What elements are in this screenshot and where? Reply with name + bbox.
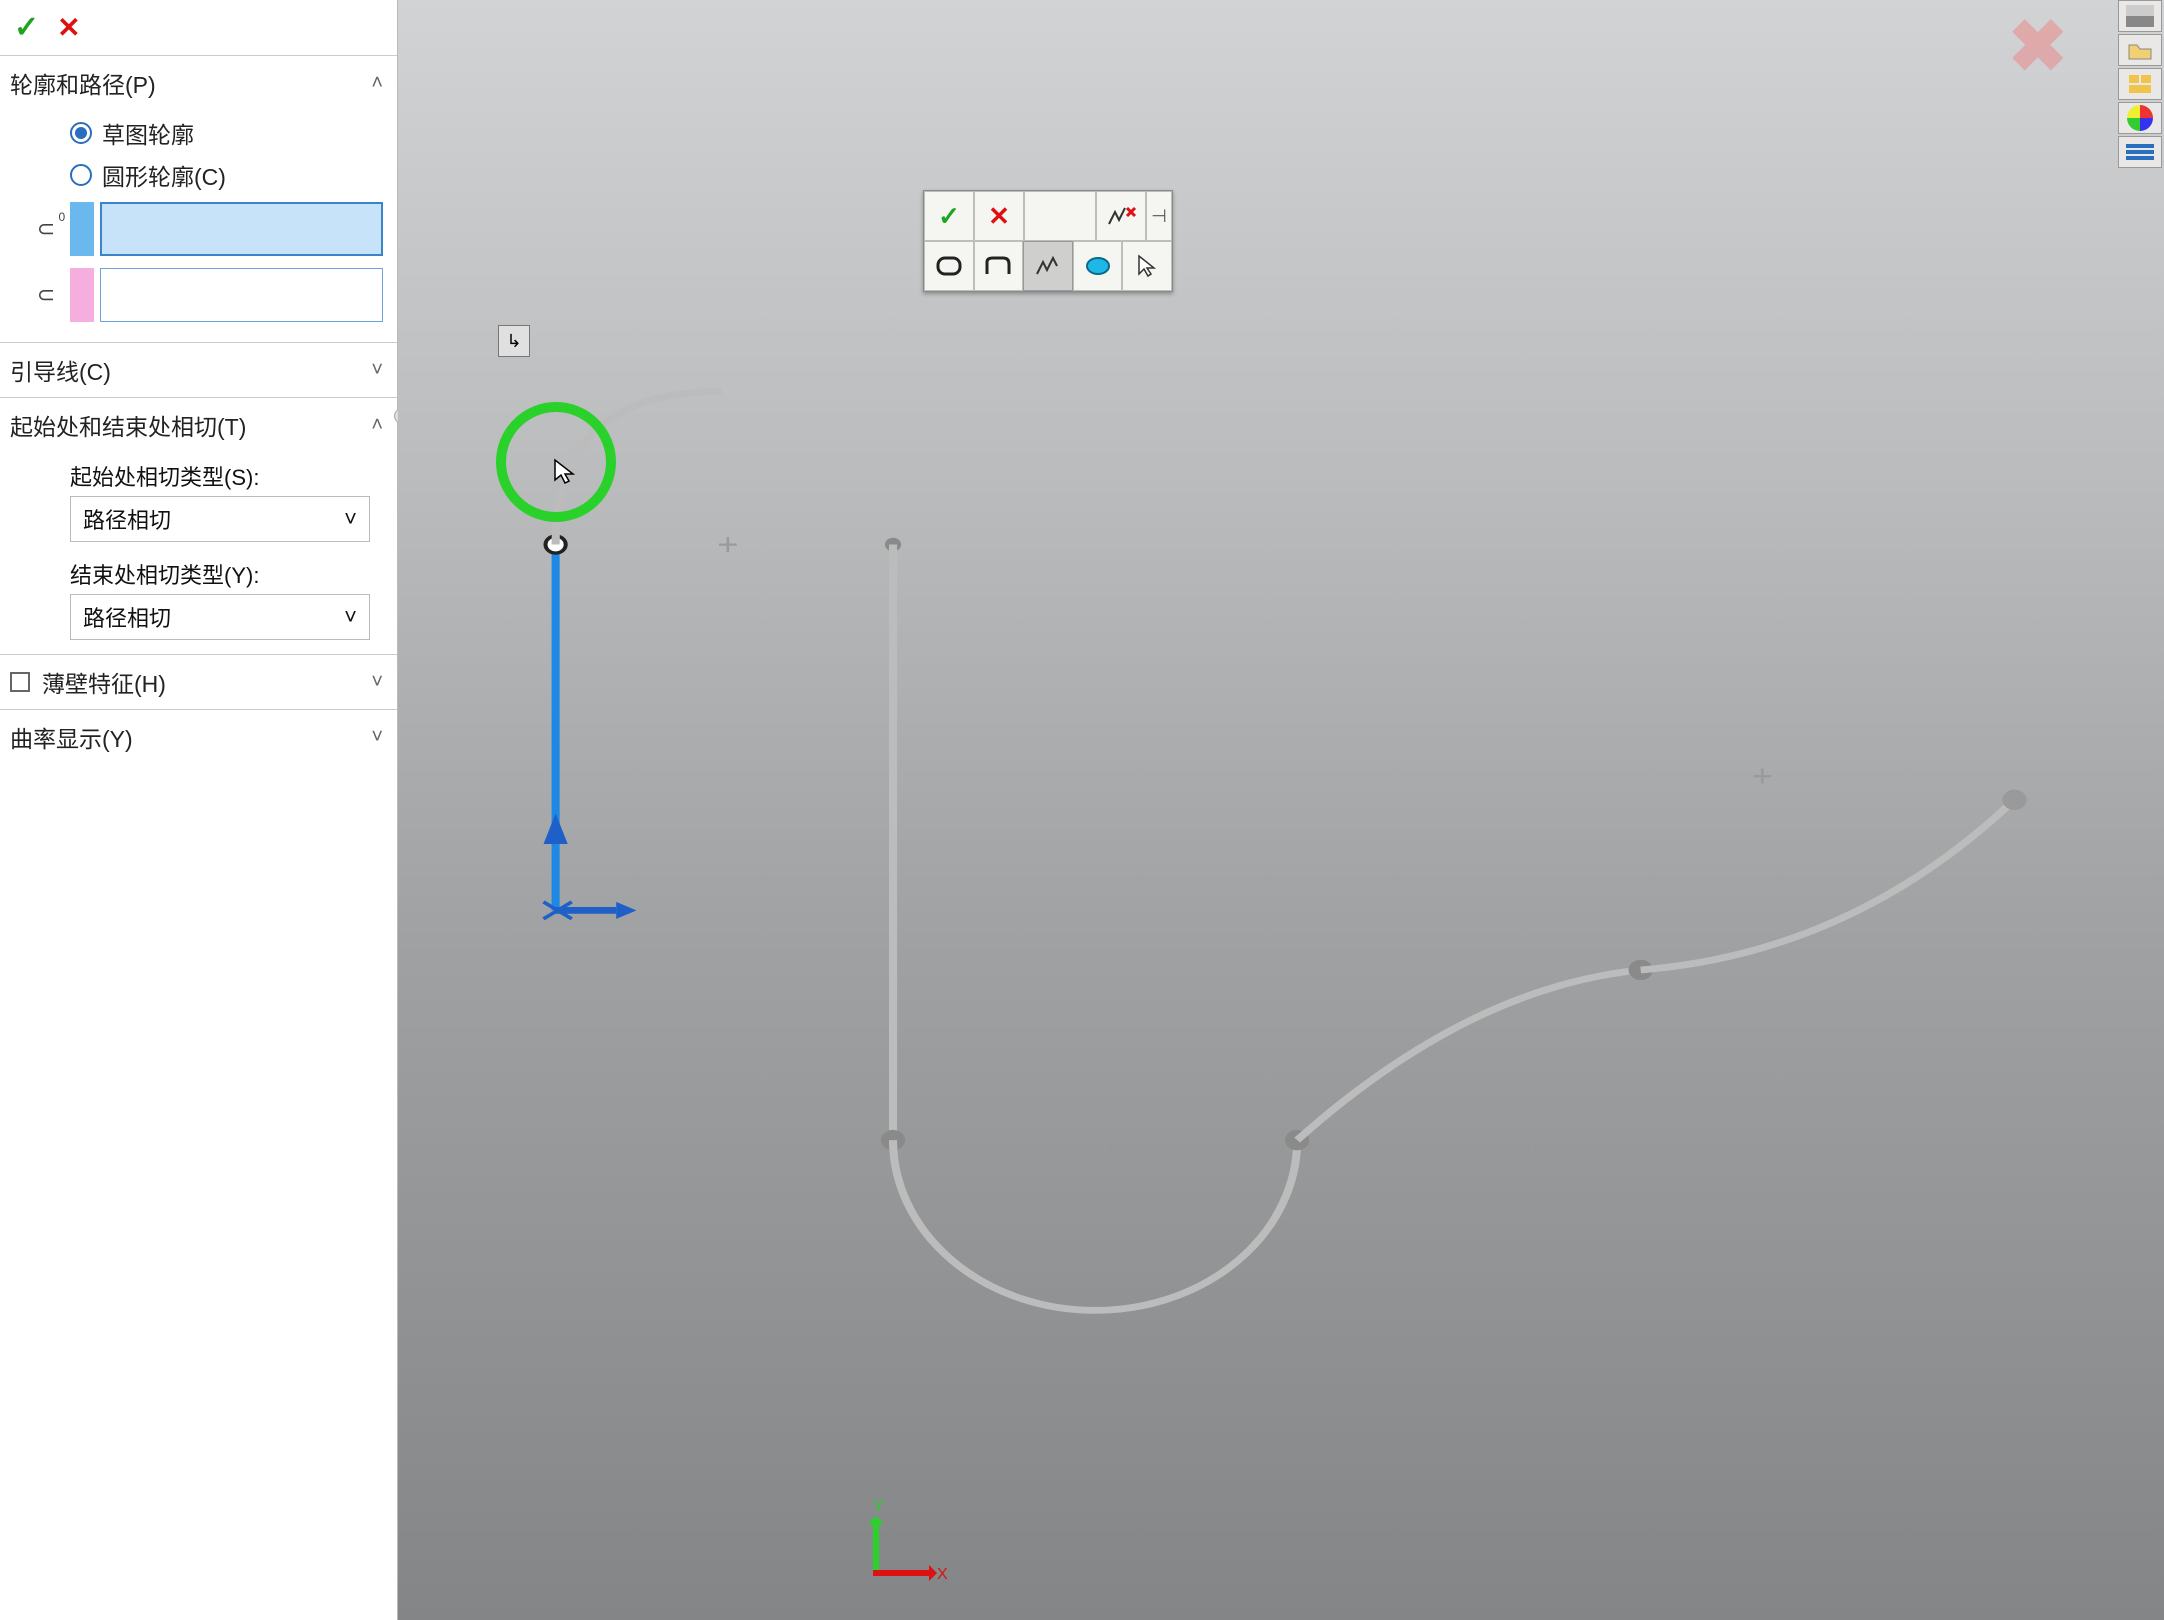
radio-label: 圆形轮廓(C) [102,158,226,192]
ok-icon[interactable]: ✓ [14,10,39,45]
radio-icon [70,122,92,144]
svg-text:+: + [717,528,738,562]
end-tangency-label: 结束处相切类型(Y): [14,552,383,594]
profile-icon: ⊂0 [28,209,64,249]
section-curvature: 曲率显示(Y) ˅ [0,709,397,764]
triad-y-label: Y [873,1498,884,1516]
section-title: 轮廓和路径(P) [10,66,156,100]
radio-label: 草图轮廓 [102,116,194,150]
triad-x-axis [873,1570,933,1576]
chevron-up-icon: ˄ [371,414,383,437]
profile-color-swatch [70,202,94,256]
chevron-down-icon: ˅ [371,671,383,694]
radio-icon [70,164,92,186]
select-value: 路径相切 [83,503,171,535]
triad-y-axis [873,1520,879,1576]
select-value: 路径相切 [83,601,171,633]
section-title: 起始处和结束处相切(T) [10,408,246,442]
section-header-tangency[interactable]: 起始处和结束处相切(T) ˄ [0,398,397,452]
sketch-geometry: + + + + [398,0,2164,1620]
cancel-icon[interactable]: ✕ [57,11,80,44]
svg-text:+: + [1095,1124,1116,1158]
panel-confirm-bar: ✓ ✕ [0,2,397,55]
section-header-guides[interactable]: 引导线(C) ˅ [0,343,397,397]
section-guides: 引导线(C) ˅ [0,342,397,397]
start-tangency-label: 起始处相切类型(S): [14,454,383,496]
end-tangency-select[interactable]: 路径相切 ˅ [70,594,370,640]
svg-text:+: + [1752,760,1773,794]
section-title: 引导线(C) [10,353,111,387]
profile-selection-row: ⊂0 [14,196,383,262]
radio-sketch-profile[interactable]: 草图轮廓 [14,112,383,154]
chevron-up-icon: ˄ [371,72,383,95]
graphics-viewport[interactable]: ✖ ✓ ✕ ⊣ [398,0,2164,1620]
start-tangency-select[interactable]: 路径相切 ˅ [70,496,370,542]
path-selection-row: ⊂ [14,262,383,328]
section-thin-feature: 薄壁特征(H) ˅ [0,654,397,709]
path-icon: ⊂ [28,275,64,315]
radio-circular-profile[interactable]: 圆形轮廓(C) [14,154,383,196]
chevron-down-icon: ˅ [344,604,357,630]
property-manager-panel: ✓ ✕ 轮廓和路径(P) ˄ 草图轮廓 圆形轮廓(C) ⊂0 [0,0,398,1620]
section-title: 薄壁特征(H) [42,665,166,699]
profile-selection-field[interactable] [100,202,383,256]
section-tangency: 起始处和结束处相切(T) ˄ 起始处相切类型(S): 路径相切 ˅ 结束处相切类… [0,397,397,654]
section-title: 曲率显示(Y) [10,720,133,754]
section-header-profile-path[interactable]: 轮廓和路径(P) ˄ [0,56,397,110]
triad-x-label: X [937,1566,948,1584]
section-header-thin[interactable]: 薄壁特征(H) ˅ [0,655,397,709]
chevron-down-icon: ˅ [344,506,357,532]
section-profile-path: 轮廓和路径(P) ˄ 草图轮廓 圆形轮廓(C) ⊂0 ⊂ [0,55,397,342]
path-color-swatch [70,268,94,322]
chevron-down-icon: ˅ [371,726,383,749]
sketch-relation-icon[interactable]: ↳ [498,325,530,357]
mouse-cursor-icon [552,458,580,486]
svg-text:+: + [1521,1124,1542,1158]
section-header-curvature[interactable]: 曲率显示(Y) ˅ [0,710,397,764]
path-selection-field[interactable] [100,268,383,322]
chevron-down-icon: ˅ [371,359,383,382]
thin-checkbox[interactable] [10,672,30,692]
